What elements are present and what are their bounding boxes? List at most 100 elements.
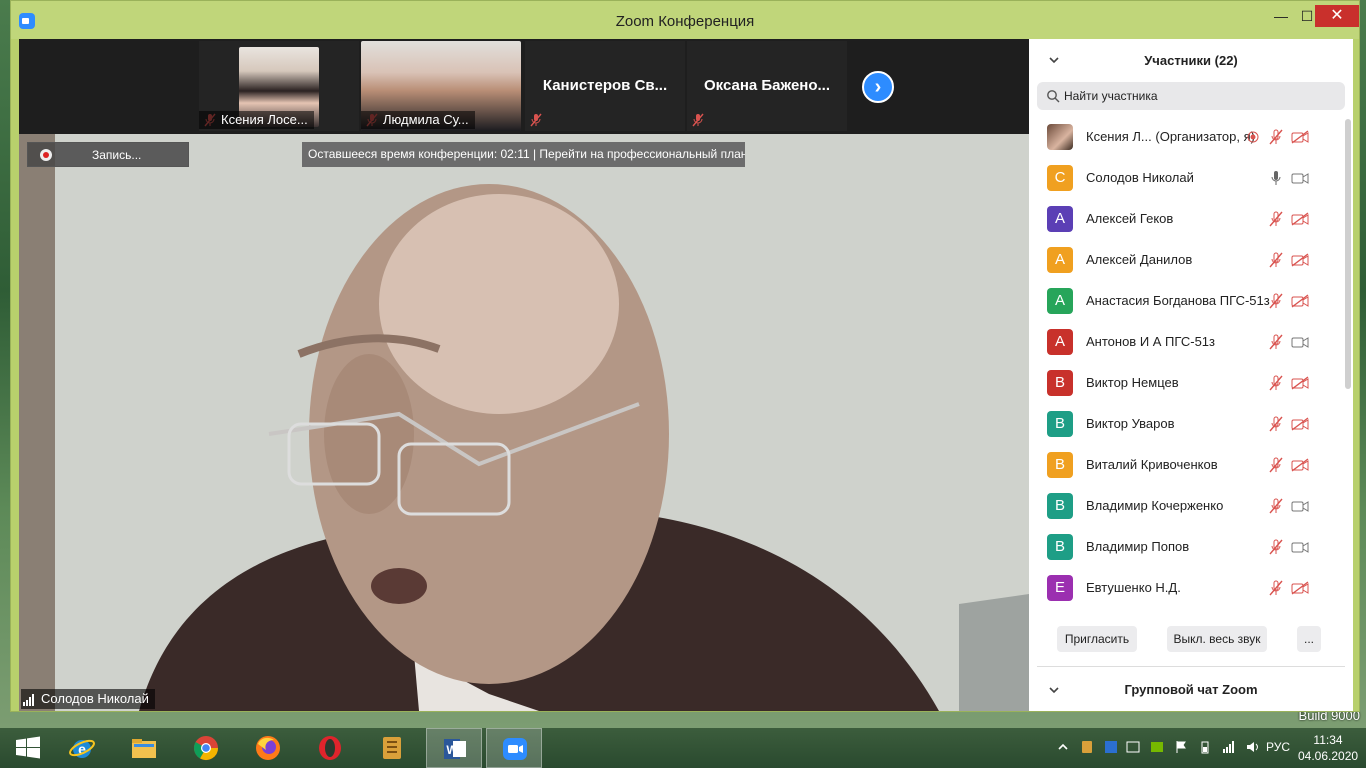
next-page-button[interactable]: › (862, 71, 894, 103)
participants-header: Участники (22) (1029, 39, 1353, 81)
invite-button[interactable]: Пригласить (1057, 626, 1137, 652)
mic-muted-icon[interactable] (1269, 375, 1283, 391)
avatar: Е (1047, 575, 1073, 601)
chat-header[interactable]: Групповой чат Zoom (1037, 666, 1345, 711)
name-tile[interactable]: Канистеров Св... (525, 41, 685, 131)
participant-status-icons (1261, 416, 1341, 432)
taskbar-firefox[interactable] (240, 728, 296, 768)
participant-status-icons (1261, 170, 1341, 186)
participant-row[interactable]: В Виктор Немцев (1029, 362, 1341, 403)
record-icon (40, 149, 52, 161)
participant-row[interactable]: В Виталий Кривоченков (1029, 444, 1341, 485)
tray-app-icon[interactable] (1104, 740, 1118, 754)
participant-status-icons (1261, 211, 1341, 227)
clock[interactable]: 11:34 04.06.2020 (1298, 732, 1358, 764)
show-hidden-icons-icon[interactable] (1056, 740, 1070, 754)
participant-status-icons (1261, 252, 1341, 268)
tile-name: Людмила Су... (361, 111, 475, 129)
participant-status-icons (1261, 334, 1341, 350)
participant-name: Виктор Уваров (1086, 416, 1175, 431)
participant-row[interactable]: В Владимир Кочерженко (1029, 485, 1341, 526)
tray-app-icon[interactable] (1080, 740, 1094, 754)
mic-muted-icon[interactable] (1269, 498, 1283, 514)
mic-muted-icon[interactable] (1269, 580, 1283, 596)
speaker-image (19, 134, 1029, 711)
video-off-icon[interactable] (1291, 130, 1309, 144)
time-remaining-banner[interactable]: Оставшееся время конференции: 02:11 | Пе… (302, 142, 745, 167)
mic-muted-icon[interactable] (1269, 211, 1283, 227)
scrollbar[interactable] (1345, 119, 1351, 389)
participant-row[interactable]: В Владимир Попов (1029, 526, 1341, 567)
participants-title: Участники (22) (1144, 53, 1238, 68)
participant-row[interactable]: Ксения Л... (Организатор, я) (1029, 116, 1341, 157)
zoom-icon (503, 738, 527, 760)
participant-row[interactable]: А Анастасия Богданова ПГС-51з (1029, 280, 1341, 321)
participant-list: Ксения Л... (Организатор, я) С Солодов Ник… (1029, 116, 1341, 608)
participant-status-icons (1261, 539, 1341, 555)
nvidia-icon[interactable] (1150, 740, 1164, 754)
avatar: А (1047, 206, 1073, 232)
name-tile[interactable]: Оксана Бажено... (687, 41, 847, 131)
mic-muted-icon[interactable] (1269, 293, 1283, 309)
recording-indicator[interactable]: Запись... (27, 142, 189, 167)
taskbar-chrome[interactable] (178, 728, 234, 768)
chrome-icon (193, 736, 218, 761)
participant-search[interactable] (1037, 82, 1345, 110)
search-input[interactable] (1064, 86, 1334, 106)
participant-status-icons (1261, 375, 1341, 391)
taskbar-zoom[interactable] (486, 728, 542, 768)
video-icon[interactable] (1291, 335, 1309, 349)
video-off-icon[interactable] (1291, 376, 1309, 390)
participant-row[interactable]: А Алексей Геков (1029, 198, 1341, 239)
video-off-icon[interactable] (1291, 417, 1309, 431)
participant-name: Евтушенко Н.Д. (1086, 580, 1181, 595)
network-icon[interactable] (1222, 740, 1236, 754)
mic-muted-icon[interactable] (1269, 416, 1283, 432)
mic-muted-icon[interactable] (1269, 334, 1283, 350)
flag-icon[interactable] (1174, 740, 1188, 754)
taskbar-file-explorer[interactable] (116, 728, 172, 768)
video-icon[interactable] (1291, 540, 1309, 554)
mic-muted-icon[interactable] (1269, 539, 1283, 555)
mic-icon[interactable] (1269, 170, 1283, 186)
participant-row[interactable]: В Виктор Уваров (1029, 403, 1341, 444)
avatar: В (1047, 452, 1073, 478)
mic-muted-icon (692, 113, 704, 127)
language-indicator[interactable]: РУС (1266, 740, 1290, 754)
speaker-name-label: Солодов Николай (21, 689, 155, 709)
video-tile[interactable]: Ксения Лосе... (199, 41, 359, 131)
video-tile[interactable]: Людмила Су... (361, 41, 521, 131)
word-icon: W (444, 739, 466, 759)
video-off-icon[interactable] (1291, 294, 1309, 308)
participant-name: Владимир Попов (1086, 539, 1190, 554)
more-button[interactable]: ... (1297, 626, 1321, 652)
mic-muted-icon[interactable] (1269, 129, 1283, 145)
participant-name: Ксения Л... (Организатор, я) (1086, 129, 1255, 144)
participant-row[interactable]: Е Евтушенко Н.Д. (1029, 567, 1341, 608)
start-button[interactable] (0, 728, 56, 768)
taskbar-internet-explorer[interactable]: e (54, 728, 110, 768)
video-icon[interactable] (1291, 499, 1309, 513)
video-off-icon[interactable] (1291, 253, 1309, 267)
participant-row[interactable]: А Алексей Данилов (1029, 239, 1341, 280)
mic-muted-icon[interactable] (1269, 457, 1283, 473)
close-button[interactable]: ✕ (1315, 5, 1359, 27)
battery-icon[interactable] (1198, 740, 1212, 754)
taskbar-archive[interactable] (364, 728, 420, 768)
taskbar-opera[interactable] (302, 728, 358, 768)
opera-icon (319, 736, 341, 760)
video-off-icon[interactable] (1291, 212, 1309, 226)
video-icon[interactable] (1291, 171, 1309, 185)
mute-all-button[interactable]: Выкл. весь звук (1167, 626, 1267, 652)
volume-icon[interactable] (1246, 740, 1260, 754)
mic-muted-icon[interactable] (1269, 252, 1283, 268)
thumbnail-strip: Ксения Лосе... Людмила Су... Канистеров … (19, 39, 1029, 134)
video-off-icon[interactable] (1291, 581, 1309, 595)
taskbar-word[interactable]: W (426, 728, 482, 768)
tray-app-icon[interactable] (1126, 740, 1140, 754)
internet-explorer-icon: e (69, 739, 95, 758)
title-bar: Zoom Конференция — ☐ ✕ (11, 1, 1359, 39)
video-off-icon[interactable] (1291, 458, 1309, 472)
participant-row[interactable]: А Антонов И А ПГС-51з (1029, 321, 1341, 362)
participant-row[interactable]: С Солодов Николай (1029, 157, 1341, 198)
